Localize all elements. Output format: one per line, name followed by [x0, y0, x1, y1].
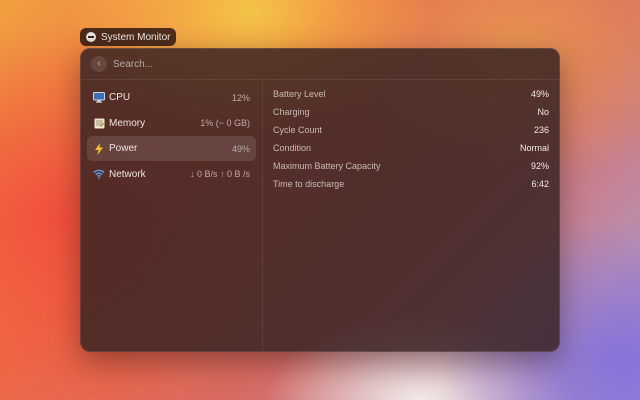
window-title-pill: System Monitor [80, 28, 177, 46]
detail-value: 92% [530, 161, 549, 171]
search-bar: ‹ [81, 49, 559, 80]
detail-row: Battery Level 49% [273, 85, 549, 103]
detail-row: Maximum Battery Capacity 92% [273, 157, 549, 175]
sidebar-item-label: Power [109, 143, 138, 154]
sidebar-item-value: 12% [231, 92, 250, 103]
chevron-left-icon: ‹ [97, 58, 101, 69]
sidebar-item-label: CPU [109, 92, 131, 103]
sidebar-item-label: Network [109, 168, 146, 180]
detail-value: No [537, 107, 549, 117]
detail-row: Condition Normal [273, 139, 549, 157]
detail-row: Charging No [273, 103, 549, 121]
detail-value: 236 [533, 125, 549, 135]
app-icon [86, 32, 96, 42]
detail-row: Cycle Count 236 [273, 121, 549, 139]
wifi-icon [93, 168, 105, 180]
detail-key: Condition [273, 143, 312, 153]
sidebar-item-value: ↓ 0 B/s ↑ 0 B /s [189, 169, 250, 179]
back-button[interactable]: ‹ [91, 56, 107, 72]
detail-key: Cycle Count [273, 125, 323, 135]
detail-row: Time to discharge 6:42 [273, 175, 549, 193]
detail-value: 6:42 [531, 179, 549, 189]
window-title: System Monitor [101, 31, 171, 43]
memory-icon [93, 117, 105, 129]
detail-key: Battery Level [273, 89, 326, 99]
lightning-icon [93, 142, 105, 155]
search-input[interactable] [113, 58, 513, 70]
system-monitor-window: ‹ CPU 12% Memory 1% (~ 0 GB) [80, 48, 560, 352]
sidebar: CPU 12% Memory 1% (~ 0 GB) Power 49% Net… [81, 80, 263, 351]
detail-value: Normal [519, 143, 549, 153]
sidebar-item-network[interactable]: Network ↓ 0 B/s ↑ 0 B /s [87, 162, 256, 187]
sidebar-item-cpu[interactable]: CPU 12% [87, 85, 256, 110]
detail-key: Maximum Battery Capacity [273, 161, 381, 171]
sidebar-item-memory[interactable]: Memory 1% (~ 0 GB) [87, 111, 256, 136]
detail-value: 49% [530, 89, 549, 99]
sidebar-item-value: 1% (~ 0 GB) [200, 118, 250, 128]
detail-key: Time to discharge [273, 179, 345, 189]
sidebar-item-power[interactable]: Power 49% [87, 136, 256, 161]
details-panel: Battery Level 49% Charging No Cycle Coun… [263, 80, 559, 351]
monitor-icon [93, 92, 105, 104]
detail-key: Charging [273, 107, 310, 117]
sidebar-item-label: Memory [109, 117, 146, 129]
sidebar-item-value: 49% [231, 143, 250, 154]
